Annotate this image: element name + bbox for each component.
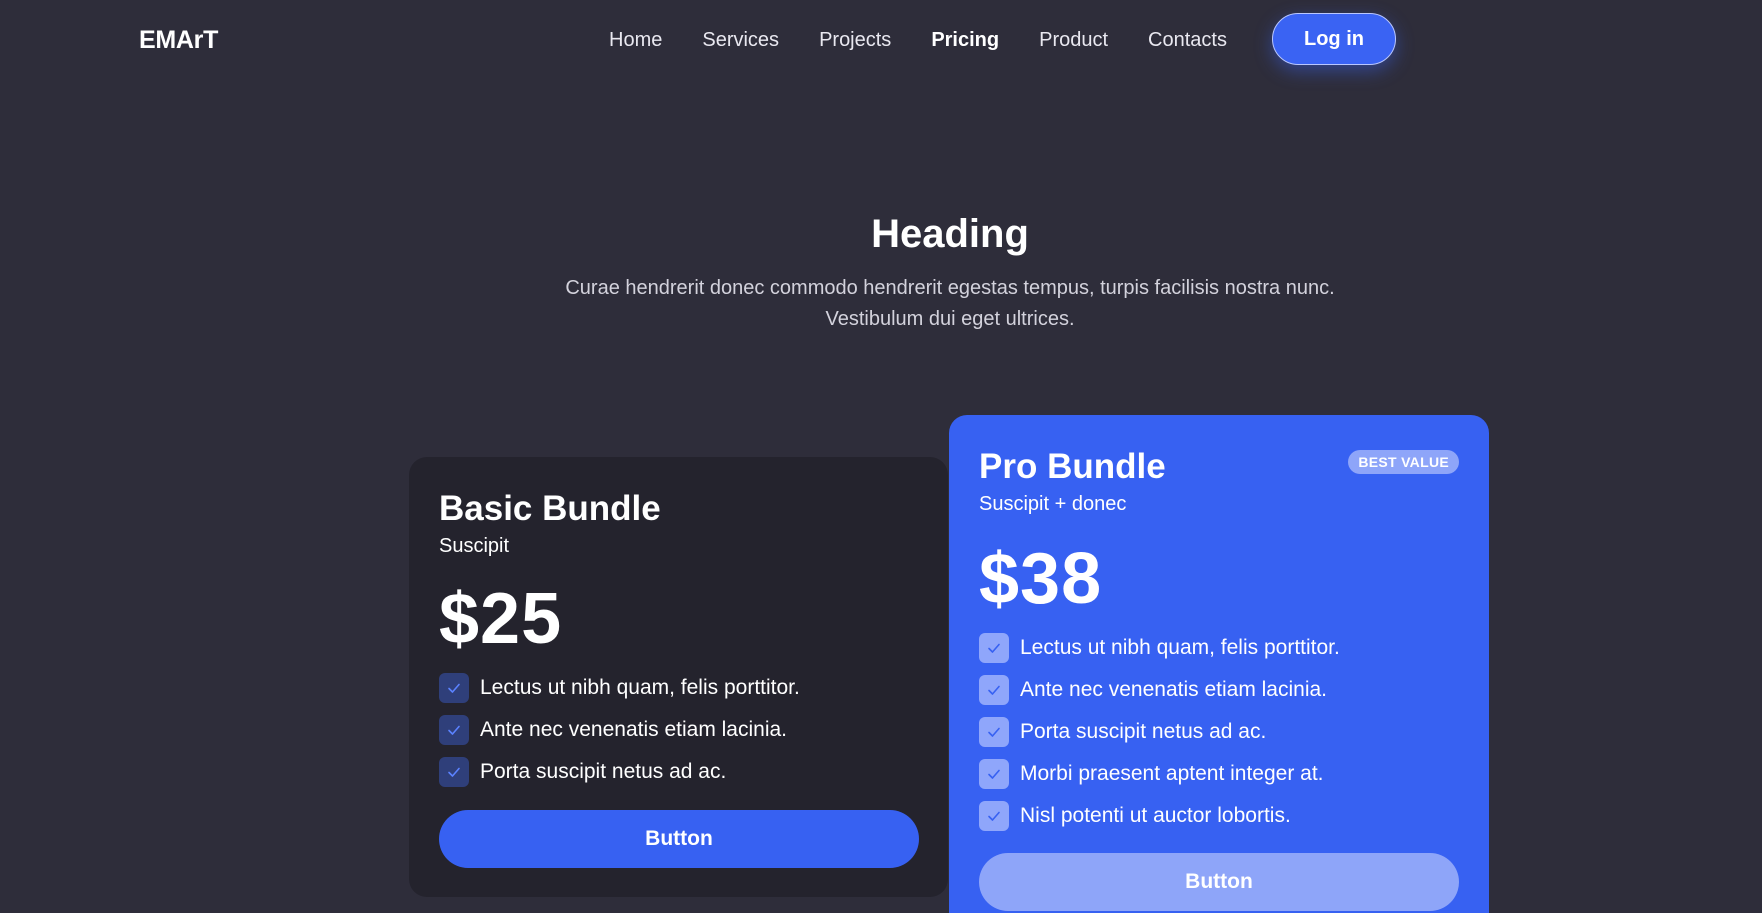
check-icon — [439, 715, 469, 745]
check-icon — [979, 759, 1009, 789]
check-icon — [439, 673, 469, 703]
check-icon — [979, 801, 1009, 831]
nav-pricing[interactable]: Pricing — [931, 29, 999, 52]
feature-text: Porta suscipit netus ad ac. — [480, 760, 727, 783]
feature-text: Ante nec venenatis etiam lacinia. — [1020, 678, 1328, 701]
feature-item: Lectus ut nibh quam, felis porttitor. — [439, 667, 918, 709]
nav-services[interactable]: Services — [702, 29, 779, 52]
feature-item: Morbi praesent aptent integer at. — [979, 753, 1459, 795]
feature-item: Porta suscipit netus ad ac. — [979, 711, 1459, 753]
feature-text: Lectus ut nibh quam, felis porttitor. — [480, 676, 800, 699]
pro-plan-button[interactable]: Button — [979, 853, 1459, 911]
pricing-card-basic: Basic Bundle Suscipit $25 Lectus ut nibh… — [409, 457, 948, 897]
check-icon — [979, 633, 1009, 663]
feature-text: Ante nec venenatis etiam lacinia. — [480, 718, 788, 741]
plan-title: Basic Bundle — [439, 489, 661, 528]
feature-text: Lectus ut nibh quam, felis porttitor. — [1020, 636, 1340, 659]
feature-text: Porta suscipit netus ad ac. — [1020, 720, 1267, 743]
login-button[interactable]: Log in — [1272, 13, 1396, 65]
feature-text: Nisl potenti ut auctor lobortis. — [1020, 804, 1291, 827]
main-nav: Home Services Projects Pricing Product C… — [609, 13, 1227, 67]
check-icon — [979, 717, 1009, 747]
plan-price: $25 — [439, 579, 563, 659]
plan-price: $38 — [979, 539, 1103, 619]
feature-item: Porta suscipit netus ad ac. — [439, 751, 918, 793]
nav-projects[interactable]: Projects — [819, 29, 891, 52]
feature-list: Lectus ut nibh quam, felis porttitor. An… — [979, 627, 1459, 837]
best-value-badge: BEST VALUE — [1348, 450, 1459, 474]
feature-list: Lectus ut nibh quam, felis porttitor. An… — [439, 667, 918, 793]
feature-item: Nisl potenti ut auctor lobortis. — [979, 795, 1459, 837]
nav-contacts[interactable]: Contacts — [1148, 29, 1227, 52]
page-heading: Heading — [871, 212, 1029, 256]
plan-subtitle: Suscipit — [439, 535, 510, 557]
check-icon — [439, 757, 469, 787]
pricing-card-pro: BEST VALUE Pro Bundle Suscipit + donec $… — [949, 415, 1489, 913]
page-subtext: Curae hendrerit donec commodo hendrerit … — [565, 277, 1335, 330]
brand-logo[interactable]: EMArT — [139, 26, 218, 55]
basic-plan-button[interactable]: Button — [439, 810, 919, 868]
check-icon — [979, 675, 1009, 705]
plan-subtitle: Suscipit + donec — [979, 493, 1127, 515]
feature-item: Ante nec venenatis etiam lacinia. — [979, 669, 1459, 711]
feature-text: Morbi praesent aptent integer at. — [1020, 762, 1324, 785]
nav-home[interactable]: Home — [609, 29, 662, 52]
nav-product[interactable]: Product — [1039, 29, 1108, 52]
feature-item: Ante nec venenatis etiam lacinia. — [439, 709, 918, 751]
feature-item: Lectus ut nibh quam, felis porttitor. — [979, 627, 1459, 669]
